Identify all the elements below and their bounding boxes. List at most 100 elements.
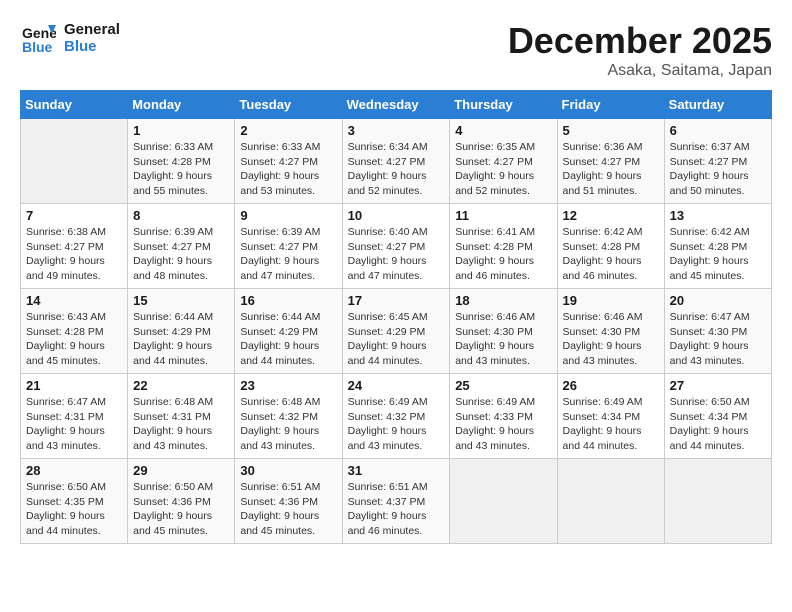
day-cell: 10 Sunrise: 6:40 AMSunset: 4:27 PMDayligh…	[342, 204, 450, 289]
day-info: Sunrise: 6:33 AMSunset: 4:28 PMDaylight:…	[133, 140, 229, 199]
day-cell: 4Sunrise: 6:35 AMSunset: 4:27 PMDaylight…	[450, 119, 557, 204]
page-header: General Blue General Blue December 2025 …	[20, 20, 772, 80]
day-number: 14	[26, 293, 122, 308]
day-number: 15	[133, 293, 229, 308]
day-number: 4	[455, 123, 551, 138]
day-number: 13	[670, 208, 766, 223]
week-row-5: 28 Sunrise: 6:50 AMSunset: 4:35 PMDayligh…	[21, 459, 772, 544]
day-number: 24	[348, 378, 445, 393]
day-number: 28	[26, 463, 122, 478]
svg-text:Blue: Blue	[22, 39, 53, 55]
day-info: Sunrise: 6:43 AMSunset: 4:28 PMDaylight:…	[26, 310, 122, 369]
day-cell: 7 Sunrise: 6:38 AMSunset: 4:27 PMDaylight…	[21, 204, 128, 289]
week-row-1: 1 Sunrise: 6:33 AMSunset: 4:28 PMDaylight…	[21, 119, 772, 204]
logo-general: General	[64, 21, 120, 38]
day-info: Sunrise: 6:50 AMSunset: 4:36 PMDaylight:…	[133, 480, 229, 539]
day-cell: 21 Sunrise: 6:47 AMSunset: 4:31 PMDayligh…	[21, 374, 128, 459]
week-row-4: 21 Sunrise: 6:47 AMSunset: 4:31 PMDayligh…	[21, 374, 772, 459]
day-number: 9	[240, 208, 336, 223]
day-info: Sunrise: 6:39 AMSunset: 4:27 PMDaylight:…	[133, 225, 229, 284]
day-cell: 24 Sunrise: 6:49 AMSunset: 4:32 PMDayligh…	[342, 374, 450, 459]
day-cell: 13 Sunrise: 6:42 AMSunset: 4:28 PMDayligh…	[664, 204, 771, 289]
day-info: Sunrise: 6:42 AMSunset: 4:28 PMDaylight:…	[563, 225, 659, 284]
logo-icon: General Blue	[20, 20, 56, 56]
day-number: 6	[670, 123, 766, 138]
day-info: Sunrise: 6:45 AMSunset: 4:29 PMDaylight:…	[348, 310, 445, 369]
day-number: 27	[670, 378, 766, 393]
day-info: Sunrise: 6:44 AMSunset: 4:29 PMDaylight:…	[240, 310, 336, 369]
day-info: Sunrise: 6:41 AMSunset: 4:28 PMDaylight:…	[455, 225, 551, 284]
day-number: 23	[240, 378, 336, 393]
day-info: Sunrise: 6:42 AMSunset: 4:28 PMDaylight:…	[670, 225, 766, 284]
weekday-header-saturday: Saturday	[664, 91, 771, 119]
weekday-header-friday: Friday	[557, 91, 664, 119]
day-info: Sunrise: 6:46 AMSunset: 4:30 PMDaylight:…	[455, 310, 551, 369]
day-info: Sunrise: 6:36 AMSunset: 4:27 PMDaylight:…	[563, 140, 659, 199]
day-info: Sunrise: 6:48 AMSunset: 4:31 PMDaylight:…	[133, 395, 229, 454]
day-number: 16	[240, 293, 336, 308]
day-number: 29	[133, 463, 229, 478]
day-cell: 27 Sunrise: 6:50 AMSunset: 4:34 PMDayligh…	[664, 374, 771, 459]
day-number: 5	[563, 123, 659, 138]
day-cell: 28 Sunrise: 6:50 AMSunset: 4:35 PMDayligh…	[21, 459, 128, 544]
day-cell: 5 Sunrise: 6:36 AMSunset: 4:27 PMDaylight…	[557, 119, 664, 204]
day-number: 25	[455, 378, 551, 393]
day-info: Sunrise: 6:33 AMSunset: 4:27 PMDaylight:…	[240, 140, 336, 199]
day-info: Sunrise: 6:49 AMSunset: 4:33 PMDaylight:…	[455, 395, 551, 454]
day-cell: 17 Sunrise: 6:45 AMSunset: 4:29 PMDayligh…	[342, 289, 450, 374]
day-cell: 23 Sunrise: 6:48 AMSunset: 4:32 PMDayligh…	[235, 374, 342, 459]
day-number: 3	[348, 123, 445, 138]
day-info: Sunrise: 6:51 AMSunset: 4:36 PMDaylight:…	[240, 480, 336, 539]
day-number: 30	[240, 463, 336, 478]
day-cell: 29 Sunrise: 6:50 AMSunset: 4:36 PMDayligh…	[128, 459, 235, 544]
day-number: 10	[348, 208, 445, 223]
day-cell: 3Sunrise: 6:34 AMSunset: 4:27 PMDaylight…	[342, 119, 450, 204]
day-cell: 11 Sunrise: 6:41 AMSunset: 4:28 PMDayligh…	[450, 204, 557, 289]
day-info: Sunrise: 6:40 AMSunset: 4:27 PMDaylight:…	[348, 225, 445, 284]
day-info: Sunrise: 6:49 AMSunset: 4:34 PMDaylight:…	[563, 395, 659, 454]
day-number: 12	[563, 208, 659, 223]
location: Asaka, Saitama, Japan	[508, 62, 772, 80]
day-info: Sunrise: 6:50 AMSunset: 4:35 PMDaylight:…	[26, 480, 122, 539]
day-number: 26	[563, 378, 659, 393]
weekday-header-thursday: Thursday	[450, 91, 557, 119]
day-number: 17	[348, 293, 445, 308]
day-cell: 1 Sunrise: 6:33 AMSunset: 4:28 PMDaylight…	[128, 119, 235, 204]
day-number: 19	[563, 293, 659, 308]
day-cell: 12 Sunrise: 6:42 AMSunset: 4:28 PMDayligh…	[557, 204, 664, 289]
logo-blue: Blue	[64, 38, 120, 55]
day-cell: 14 Sunrise: 6:43 AMSunset: 4:28 PMDayligh…	[21, 289, 128, 374]
day-info: Sunrise: 6:47 AMSunset: 4:31 PMDaylight:…	[26, 395, 122, 454]
day-cell: 15Sunrise: 6:44 AMSunset: 4:29 PMDayligh…	[128, 289, 235, 374]
day-number: 22	[133, 378, 229, 393]
day-info: Sunrise: 6:37 AMSunset: 4:27 PMDaylight:…	[670, 140, 766, 199]
day-cell	[21, 119, 128, 204]
day-cell: 20Sunrise: 6:47 AMSunset: 4:30 PMDayligh…	[664, 289, 771, 374]
day-number: 11	[455, 208, 551, 223]
day-cell: 25 Sunrise: 6:49 AMSunset: 4:33 PMDayligh…	[450, 374, 557, 459]
day-info: Sunrise: 6:49 AMSunset: 4:32 PMDaylight:…	[348, 395, 445, 454]
day-cell: 8 Sunrise: 6:39 AMSunset: 4:27 PMDaylight…	[128, 204, 235, 289]
day-cell	[664, 459, 771, 544]
weekday-header-monday: Monday	[128, 91, 235, 119]
day-cell: 30 Sunrise: 6:51 AMSunset: 4:36 PMDayligh…	[235, 459, 342, 544]
calendar-body: 1 Sunrise: 6:33 AMSunset: 4:28 PMDaylight…	[21, 119, 772, 544]
day-cell	[557, 459, 664, 544]
day-cell: 31Sunrise: 6:51 AMSunset: 4:37 PMDayligh…	[342, 459, 450, 544]
day-cell: 19Sunrise: 6:46 AMSunset: 4:30 PMDayligh…	[557, 289, 664, 374]
day-number: 7	[26, 208, 122, 223]
day-number: 20	[670, 293, 766, 308]
day-number: 18	[455, 293, 551, 308]
day-number: 8	[133, 208, 229, 223]
day-info: Sunrise: 6:50 AMSunset: 4:34 PMDaylight:…	[670, 395, 766, 454]
day-number: 21	[26, 378, 122, 393]
day-cell: 2Sunrise: 6:33 AMSunset: 4:27 PMDaylight…	[235, 119, 342, 204]
week-row-3: 14 Sunrise: 6:43 AMSunset: 4:28 PMDayligh…	[21, 289, 772, 374]
day-cell: 22 Sunrise: 6:48 AMSunset: 4:31 PMDayligh…	[128, 374, 235, 459]
day-number: 1	[133, 123, 229, 138]
week-row-2: 7 Sunrise: 6:38 AMSunset: 4:27 PMDaylight…	[21, 204, 772, 289]
day-info: Sunrise: 6:51 AMSunset: 4:37 PMDaylight:…	[348, 480, 445, 539]
day-info: Sunrise: 6:38 AMSunset: 4:27 PMDaylight:…	[26, 225, 122, 284]
day-info: Sunrise: 6:48 AMSunset: 4:32 PMDaylight:…	[240, 395, 336, 454]
weekday-header-row: SundayMondayTuesdayWednesdayThursdayFrid…	[21, 91, 772, 119]
